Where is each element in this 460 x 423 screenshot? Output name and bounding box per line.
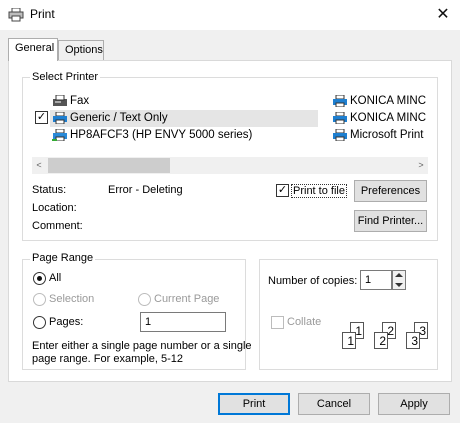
scroll-right-icon[interactable]: > [414, 158, 428, 173]
printer-list-right: KONICA MINC KONICA MINC Microsoft Print [332, 93, 428, 147]
status-value: Error - Deleting [108, 184, 183, 196]
find-printer-button[interactable]: Find Printer... [354, 210, 427, 232]
network-printer-icon [52, 128, 68, 142]
title-bar: Print ✕ [0, 0, 460, 30]
page-range-title: Page Range [30, 252, 96, 264]
spin-down-icon[interactable] [395, 283, 403, 287]
window-title: Print [30, 7, 55, 21]
collate-illustration: 1 1 2 2 3 3 [338, 322, 430, 352]
all-radio[interactable] [33, 272, 46, 285]
status-label: Status: [32, 184, 67, 196]
all-label[interactable]: All [49, 272, 61, 284]
close-icon[interactable]: ✕ [430, 4, 456, 26]
preferences-button[interactable]: Preferences [354, 180, 427, 202]
cancel-button[interactable]: Cancel [298, 393, 370, 415]
printer-name: HP8AFCF3 (HP ENVY 5000 series) [70, 129, 253, 141]
printer-item-fax[interactable]: Fax [52, 93, 89, 110]
number-of-copies-label: Number of copies: [268, 275, 358, 287]
print-button[interactable]: Print [218, 393, 290, 415]
spin-up-icon[interactable] [395, 273, 403, 277]
printer-icon [332, 111, 348, 125]
copies-input[interactable]: 1 [360, 270, 392, 290]
printer-name: KONICA MINC [350, 112, 427, 124]
scroll-left-icon[interactable]: < [32, 158, 46, 173]
location-label: Location: [32, 202, 77, 214]
comment-label: Comment: [32, 220, 83, 232]
select-printer-title: Select Printer [30, 71, 101, 83]
collate-checkbox [271, 316, 284, 329]
printer-name: Microsoft Print [350, 129, 424, 141]
scrollbar-thumb[interactable] [48, 158, 170, 173]
tab-general[interactable]: General [8, 38, 58, 61]
page-card: 1 [342, 332, 356, 349]
printer-icon [332, 128, 348, 142]
printer-icon [8, 7, 24, 22]
printer-icon [332, 94, 348, 108]
apply-button[interactable]: Apply [378, 393, 450, 415]
current-page-label: Current Page [154, 293, 220, 305]
pages-radio[interactable] [33, 316, 46, 329]
print-to-file-checkbox[interactable]: ✓ [276, 184, 289, 197]
printer-name: KONICA MINC [350, 95, 427, 107]
page-card: 2 [374, 332, 388, 349]
printer-item-konica-1[interactable]: KONICA MINC [332, 93, 428, 110]
printer-name: Generic / Text Only [70, 112, 168, 124]
page-range-help-line2: page range. For example, 5-12 [32, 353, 184, 365]
current-page-radio [138, 293, 151, 306]
printer-item-microsoft[interactable]: Microsoft Print [332, 127, 428, 144]
collate-label: Collate [287, 316, 322, 328]
tab-options[interactable]: Options [58, 40, 104, 60]
printer-item-konica-2[interactable]: KONICA MINC [332, 110, 428, 127]
printer-name: Fax [70, 95, 90, 107]
default-printer-check-icon: ✓ [35, 111, 48, 124]
print-to-file-label[interactable]: Print to file [291, 184, 347, 198]
pages-input[interactable]: 1 [140, 312, 226, 332]
printer-item-hp[interactable]: HP8AFCF3 (HP ENVY 5000 series) [52, 127, 252, 144]
selection-label: Selection [49, 293, 95, 305]
printer-icon [52, 111, 68, 125]
page-card: 3 [406, 332, 420, 349]
copies-spinner[interactable] [392, 270, 406, 290]
printer-item-generic[interactable]: Generic / Text Only [52, 110, 168, 127]
pages-label[interactable]: Pages: [49, 316, 83, 328]
fax-icon [52, 94, 68, 107]
selection-radio [33, 293, 46, 306]
page-range-help-line1: Enter either a single page number or a s… [32, 340, 252, 352]
